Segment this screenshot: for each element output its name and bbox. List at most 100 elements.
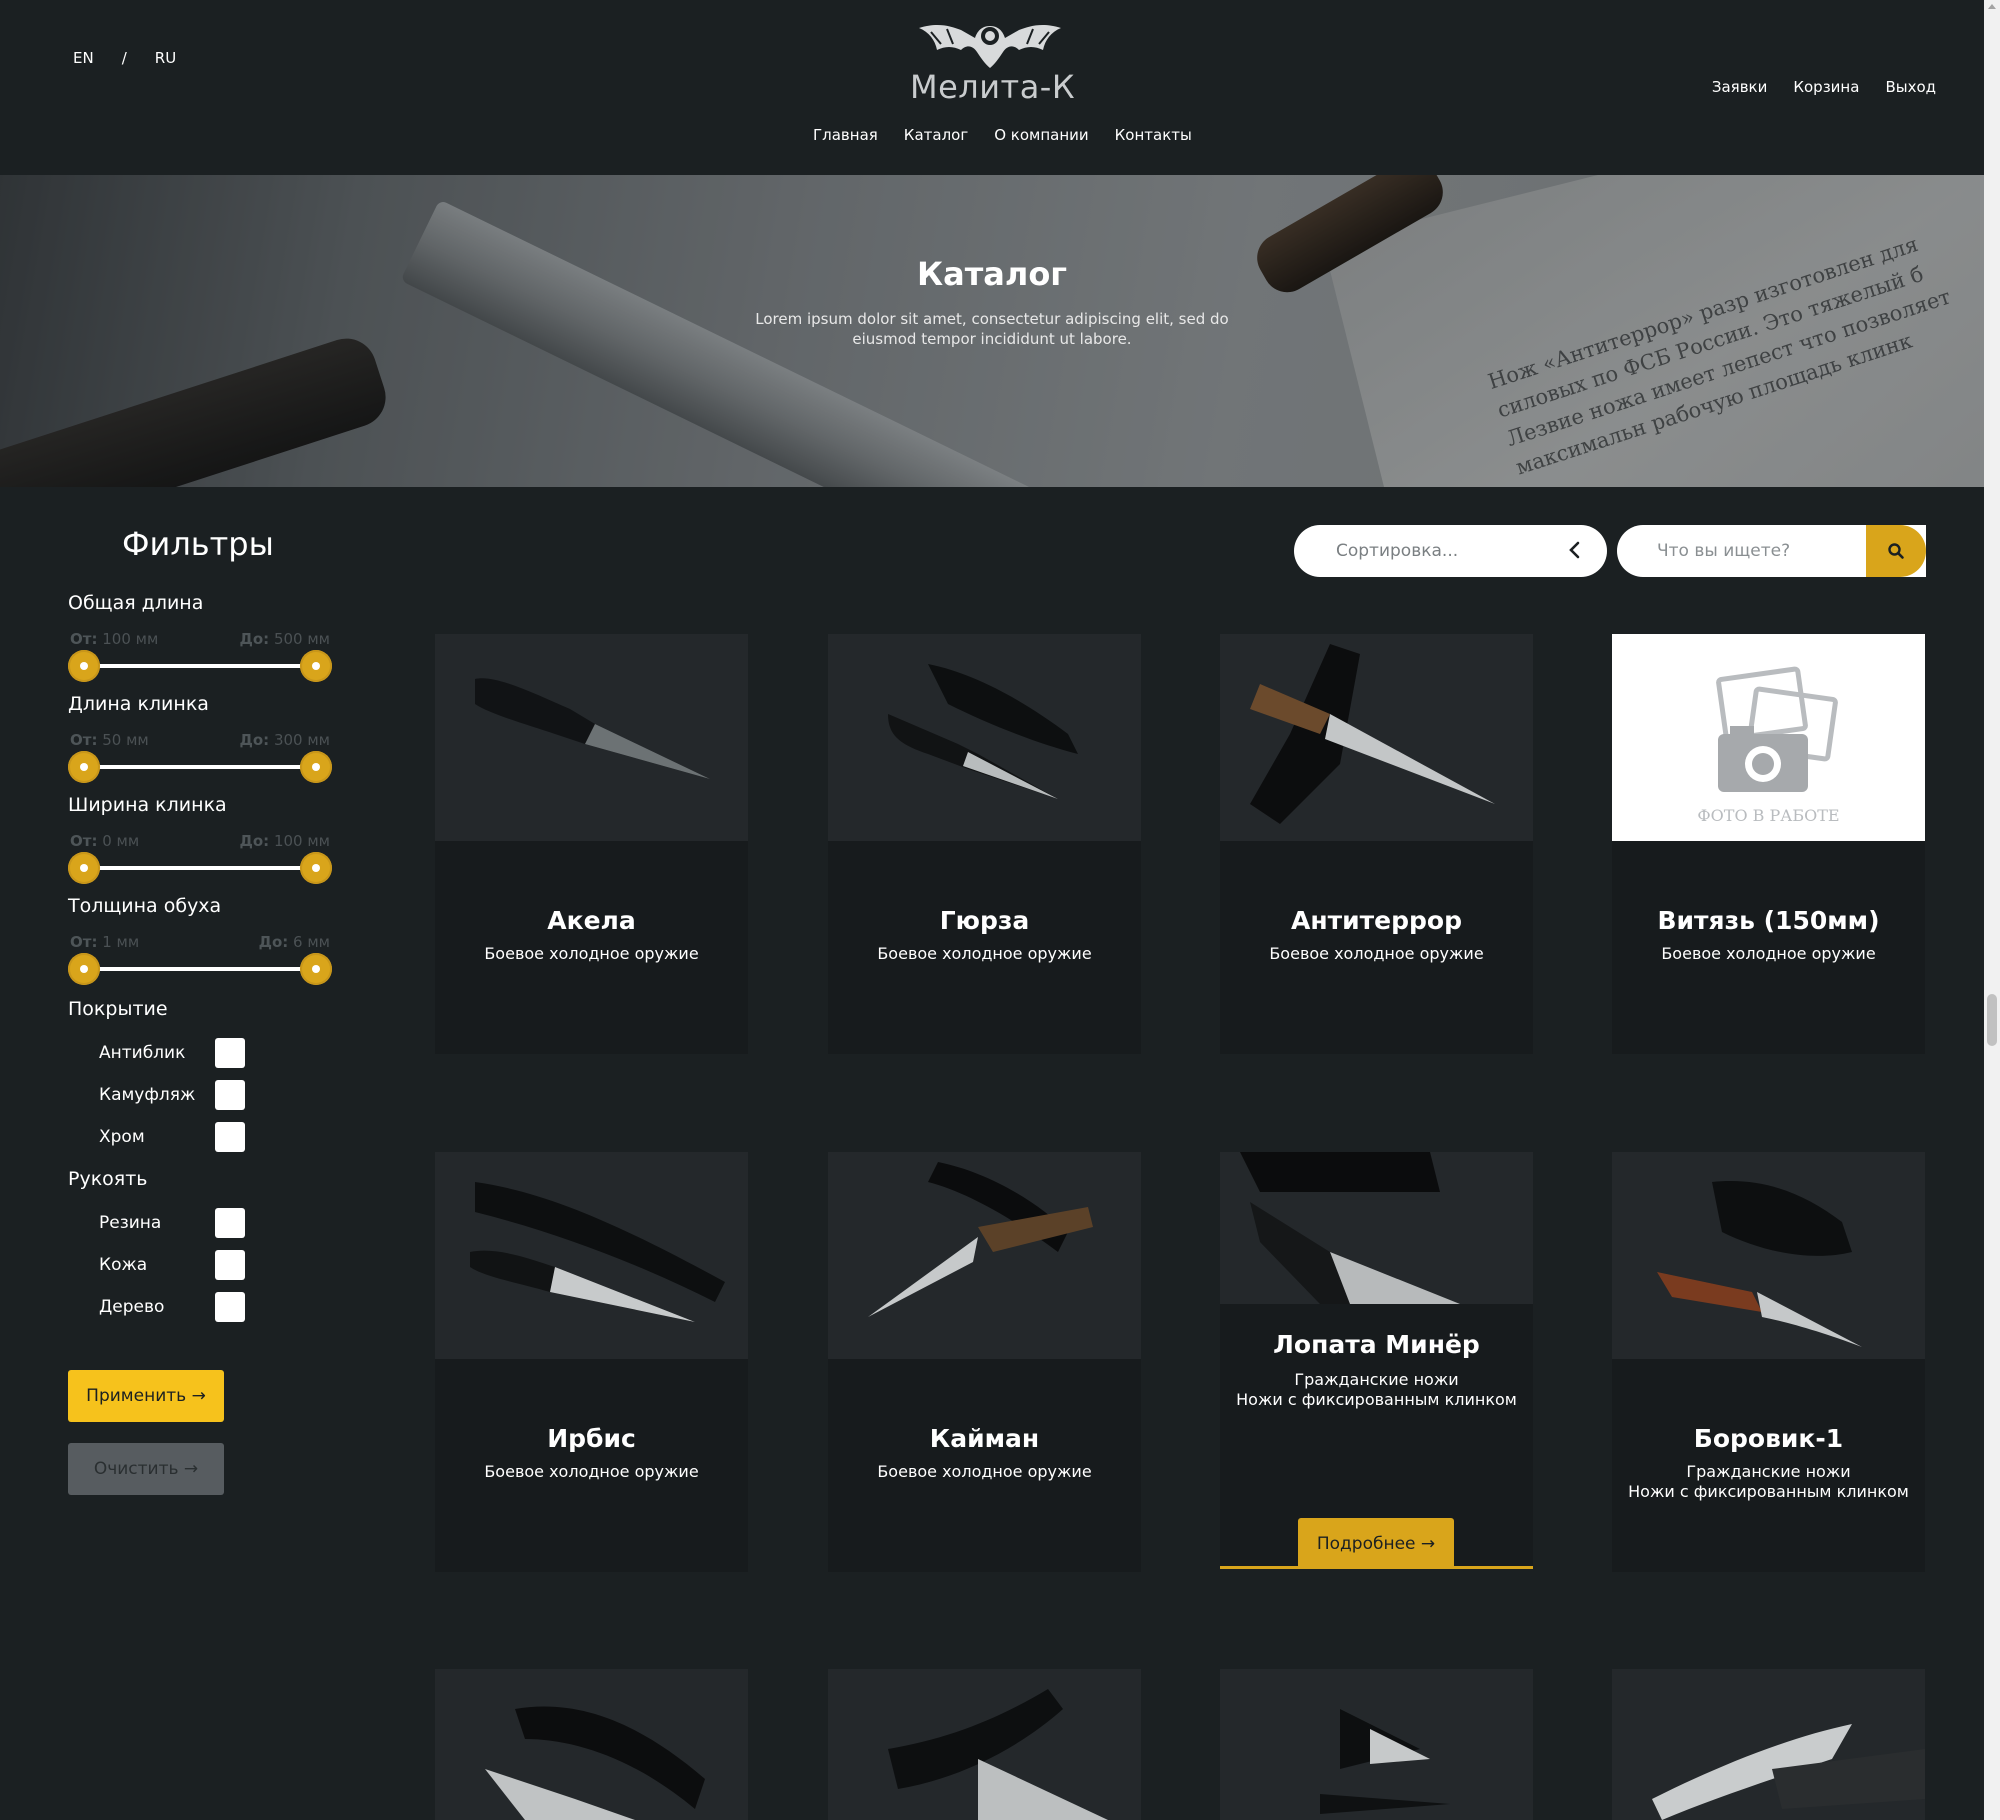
filter-spine-thickness-min-handle[interactable] [68,953,100,985]
product-category: Боевое холодное оружие [877,944,1092,963]
nav-item-about[interactable]: О компании [994,126,1088,144]
product-image[interactable] [1220,1152,1533,1304]
nav-item-logout[interactable]: Выход [1885,78,1936,96]
product-title: Витязь (150мм) [1657,906,1880,935]
nav-item-home[interactable]: Главная [813,126,878,144]
scrollbar-thumb[interactable] [1987,994,1997,1046]
lang-en-link[interactable]: EN [73,49,94,67]
product-category: Гражданские ножи [1686,1462,1851,1481]
filter-blade-width-min-handle[interactable] [68,852,100,884]
clear-filters-button[interactable]: Очистить → [68,1443,224,1495]
filter-handle-option[interactable]: Резина [99,1208,245,1238]
site-header: EN / RU Мелита-К Главная Каталог О компа… [0,0,1984,175]
product-category: Боевое холодное оружие [1661,944,1876,963]
nav-item-cart[interactable]: Корзина [1793,78,1859,96]
range-to-prefix: До: [258,933,289,951]
checkbox[interactable] [215,1292,245,1322]
filter-spine-thickness-label: Толщина обуха [68,895,222,917]
product-card[interactable]: Кайман Боевое холодное оружие [828,1152,1141,1572]
product-card[interactable]: Боровик-1 Гражданские ножи Ножи с фиксир… [1612,1152,1925,1572]
knife-image-icon [470,1182,725,1322]
product-category: Боевое холодное оружие [484,944,699,963]
product-image[interactable] [1612,1669,1925,1820]
logo-text: Мелита-К [910,68,1076,106]
filter-handle-option[interactable]: Кожа [99,1250,245,1280]
nav-item-catalog[interactable]: Каталог [904,126,968,144]
filter-coating-option[interactable]: Хром [99,1122,245,1152]
product-image-placeholder[interactable]: ФОТО В РАБОТЕ [1612,634,1925,841]
filter-blade-length-values: От: 50 мм До: 300 мм [70,731,330,749]
filter-total-length-max-handle[interactable] [300,650,332,682]
checkbox[interactable] [215,1038,245,1068]
knife-image-icon [888,1689,1108,1820]
site-logo[interactable]: Мелита-К [910,16,1076,111]
filter-spine-thickness-max-handle[interactable] [300,953,332,985]
product-card[interactable] [1220,1669,1533,1820]
filter-coating-option[interactable]: Камуфляж [99,1080,245,1110]
product-card[interactable]: Акела Боевое холодное оружие [435,634,748,1054]
product-image[interactable] [435,1669,748,1820]
page-title: Каталог [916,255,1068,293]
product-image[interactable] [435,1152,748,1359]
search-button[interactable] [1866,525,1926,577]
product-title: Гюрза [939,906,1030,935]
filter-handle-option[interactable]: Дерево [99,1292,245,1322]
product-card[interactable]: Гюрза Боевое холодное оружие [828,634,1141,1054]
range-to-value: 6 мм [293,933,330,951]
lang-ru-link[interactable]: RU [155,49,176,67]
nav-item-contacts[interactable]: Контакты [1115,126,1192,144]
filter-total-length-min-handle[interactable] [68,650,100,682]
range-to-value: 100 мм [273,832,330,850]
sort-select[interactable]: Сортировка... [1294,525,1607,577]
hero-subtitle: Lorem ipsum dolor sit amet, consectetur … [755,310,1229,348]
filter-blade-length-max-handle[interactable] [300,751,332,783]
placeholder-caption: ФОТО В РАБОТЕ [1697,806,1840,825]
filter-total-length-track[interactable] [84,664,316,668]
product-card[interactable]: ФОТО В РАБОТЕ Витязь (150мм) Боевое холо… [1612,634,1925,1054]
range-to-value: 300 мм [273,731,330,749]
product-card[interactable] [435,1669,748,1820]
product-image[interactable] [828,1669,1141,1820]
product-image[interactable] [1220,634,1533,841]
checkbox-label: Антиблик [99,1043,186,1063]
checkbox[interactable] [215,1208,245,1238]
range-to-prefix: До: [239,832,270,850]
checkbox[interactable] [215,1122,245,1152]
product-image[interactable] [828,634,1141,841]
range-to-prefix: До: [239,731,270,749]
sort-placeholder: Сортировка... [1336,541,1459,561]
product-image[interactable] [828,1152,1141,1359]
scroll-up-arrow-icon[interactable] [1988,4,1996,9]
product-card[interactable]: Антитеррор Боевое холодное оружие [1220,634,1533,1054]
product-image[interactable] [1612,1152,1925,1359]
hero-banner: Нож «Антитеррор» разр изготовлен для сил… [0,175,1984,487]
checkbox[interactable] [215,1250,245,1280]
knife-image-icon [485,1706,705,1820]
apply-filters-button[interactable]: Применить → [68,1370,224,1422]
page-scrollbar[interactable] [1984,0,2000,1820]
details-button[interactable]: Подробнее → [1298,1518,1454,1566]
filter-blade-length-track[interactable] [84,765,316,769]
chevron-left-icon [1569,541,1580,559]
range-from-prefix: От: [70,731,98,749]
knife-image-icon [475,678,710,779]
filter-spine-thickness-track[interactable] [84,967,316,971]
filter-blade-width-track[interactable] [84,866,316,870]
range-from-prefix: От: [70,630,98,648]
product-image[interactable] [435,634,748,841]
checkbox-label: Резина [99,1213,162,1233]
product-card[interactable]: Ирбис Боевое холодное оружие [435,1152,748,1572]
knife-image-icon [1240,1152,1460,1304]
filter-total-length-label: Общая длина [68,592,204,614]
product-card[interactable] [1612,1669,1925,1820]
product-card[interactable] [828,1669,1141,1820]
product-image[interactable] [1220,1669,1533,1820]
product-card-hovered[interactable]: Лопата Минёр Гражданские ножи Ножи с фик… [1220,1152,1533,1569]
search-placeholder: Что вы ищете? [1657,541,1791,561]
filter-blade-width-max-handle[interactable] [300,852,332,884]
filter-blade-width-label: Ширина клинка [68,794,227,816]
filter-coating-option[interactable]: Антиблик [99,1038,245,1068]
nav-item-requests[interactable]: Заявки [1712,78,1767,96]
filter-blade-length-min-handle[interactable] [68,751,100,783]
checkbox[interactable] [215,1080,245,1110]
